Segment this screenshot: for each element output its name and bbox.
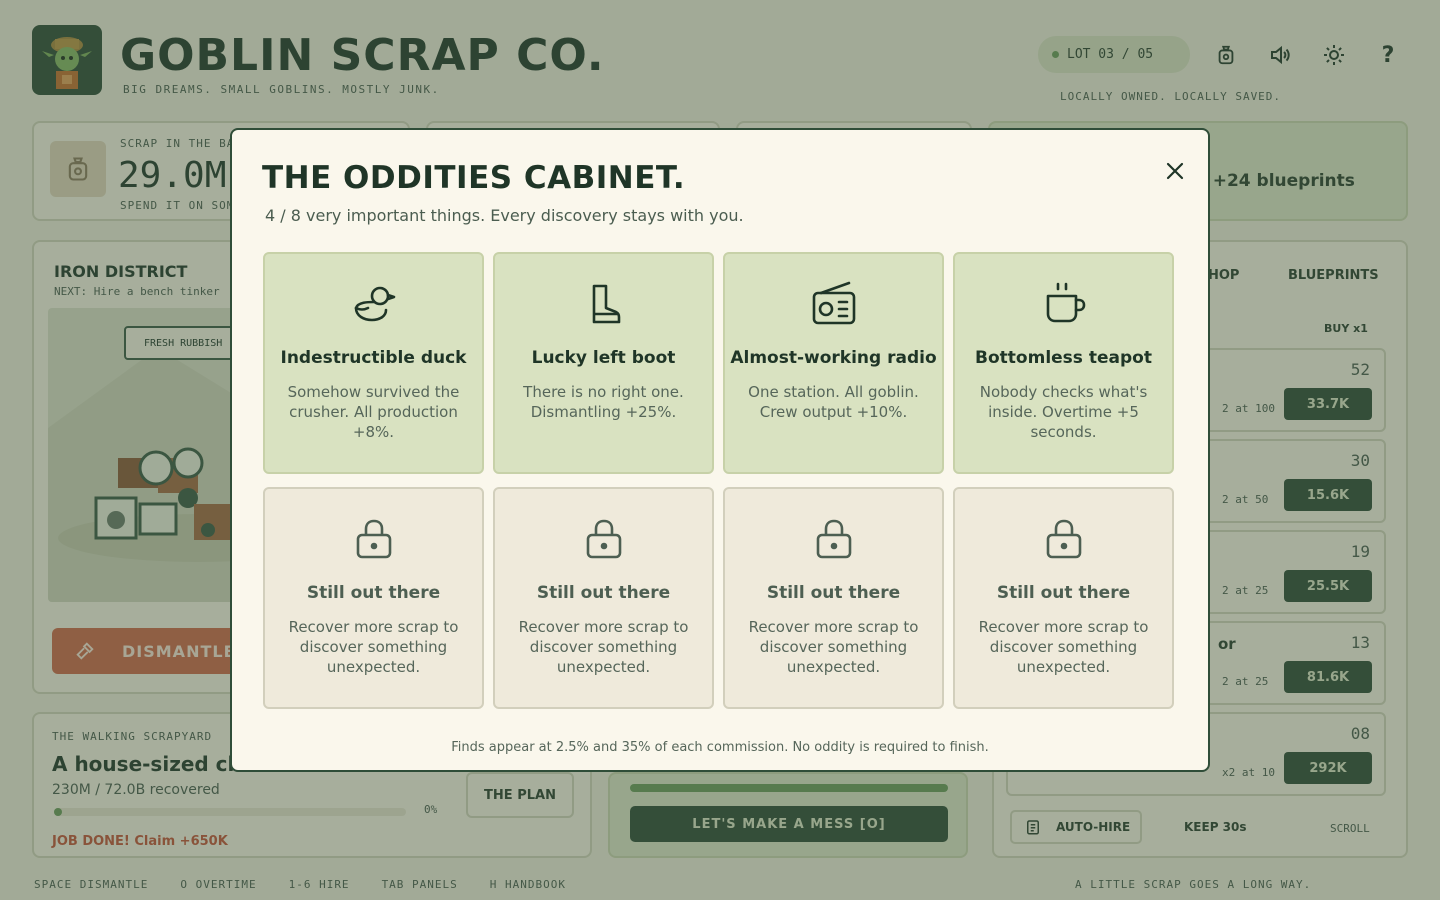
lock-icon — [808, 513, 860, 565]
oddity-card-locked[interactable]: Still out there Recover more scrap to di… — [263, 487, 484, 709]
oddity-card-teapot[interactable]: Bottomless teapot Nobody checks what's i… — [953, 252, 1174, 474]
oddity-name: Bottomless teapot — [975, 348, 1152, 368]
oddity-name: Still out there — [996, 583, 1131, 603]
oddity-card-locked[interactable]: Still out there Recover more scrap to di… — [953, 487, 1174, 709]
oddities-modal: THE ODDITIES CABINET. 4 / 8 very importa… — [230, 128, 1210, 772]
oddity-card-duck[interactable]: Indestructible duck Somehow survived the… — [263, 252, 484, 474]
oddity-card-radio[interactable]: Almost-working radio One station. All go… — [723, 252, 944, 474]
teapot-icon — [1038, 278, 1090, 330]
oddity-card-locked[interactable]: Still out there Recover more scrap to di… — [493, 487, 714, 709]
oddity-desc: Recover more scrap to discover something… — [288, 618, 459, 676]
oddity-desc: One station. All goblin. Crew output +10… — [748, 383, 919, 421]
oddity-name: Still out there — [306, 583, 441, 603]
oddity-desc: There is no right one. Dismantling +25%. — [523, 383, 684, 421]
oddity-desc: Recover more scrap to discover something… — [978, 618, 1149, 676]
lock-icon — [348, 513, 400, 565]
oddity-desc: Nobody checks what's inside. Overtime +5… — [979, 383, 1148, 441]
radio-icon — [808, 278, 860, 330]
oddity-card-locked[interactable]: Still out there Recover more scrap to di… — [723, 487, 944, 709]
oddities-grid: Indestructible duck Somehow survived the… — [263, 252, 1175, 709]
oddity-name: Almost-working radio — [730, 348, 937, 368]
oddity-name: Lucky left boot — [531, 348, 676, 368]
modal-subtitle: 4 / 8 very important things. Every disco… — [265, 206, 744, 225]
close-icon — [1166, 162, 1184, 180]
oddity-desc: Somehow survived the crusher. All produc… — [287, 383, 460, 441]
duck-icon — [348, 278, 400, 330]
modal-footer-note: Finds appear at 2.5% and 35% of each com… — [451, 740, 989, 755]
oddity-name: Still out there — [536, 583, 671, 603]
boot-icon — [578, 278, 630, 330]
oddity-desc: Recover more scrap to discover something… — [748, 618, 919, 676]
oddity-name: Indestructible duck — [280, 348, 467, 368]
oddity-name: Still out there — [766, 583, 901, 603]
oddity-card-boot[interactable]: Lucky left boot There is no right one. D… — [493, 252, 714, 474]
lock-icon — [1038, 513, 1090, 565]
close-button[interactable] — [1160, 156, 1190, 186]
oddity-desc: Recover more scrap to discover something… — [518, 618, 689, 676]
lock-icon — [578, 513, 630, 565]
modal-title: THE ODDITIES CABINET. — [262, 160, 686, 196]
